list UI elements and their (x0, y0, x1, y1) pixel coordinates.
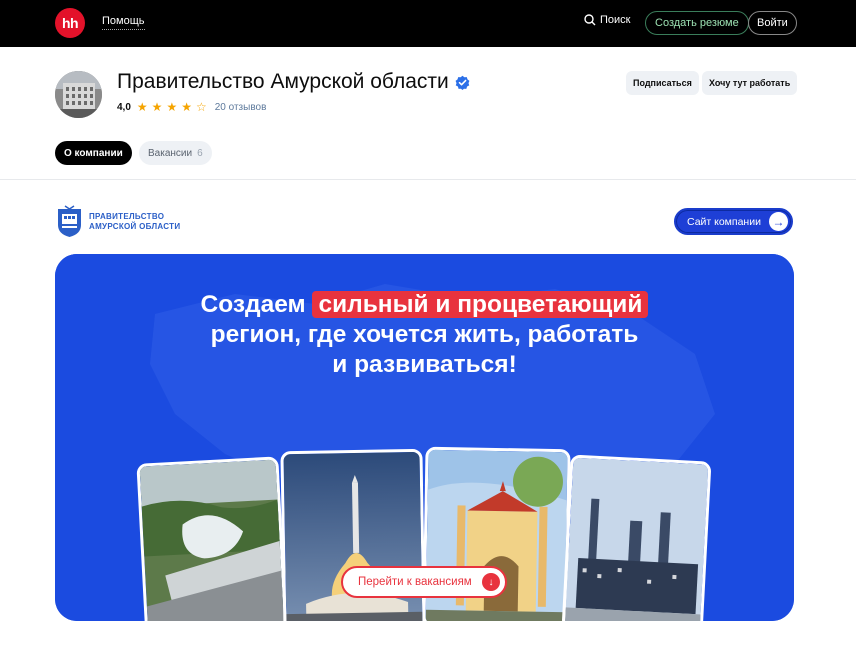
create-resume-button[interactable]: Создать резюме (645, 11, 749, 35)
star-filled-icon: ★ (181, 100, 192, 114)
want-work-here-button[interactable]: Хочу тут работать (702, 71, 798, 95)
search-icon (584, 14, 596, 26)
top-navigation-bar: hh Помощь Поиск Создать резюме Войти (0, 0, 856, 47)
company-name: Правительство Амурской области (117, 70, 449, 93)
vacancies-count: 6 (197, 147, 203, 159)
company-branding-logo: ПРАВИТЕЛЬСТВО АМУРСКОЙ ОБЛАСТИ (56, 205, 180, 238)
rating-row: 4,0 ★ ★ ★ ★ ☆ 20 отзывов (117, 101, 266, 113)
verified-badge-icon (455, 75, 470, 90)
company-title: Правительство Амурской области (117, 70, 470, 94)
arrow-right-icon: → (769, 212, 788, 231)
star-filled-icon: ★ (166, 100, 178, 114)
help-link[interactable]: Помощь (102, 15, 145, 30)
tab-vacancies[interactable]: Вакансии 6 (139, 141, 212, 165)
arrow-down-icon: ↓ (482, 573, 500, 591)
company-site-button[interactable]: Сайт компании → (674, 208, 793, 235)
star-empty-icon: ☆ (195, 100, 207, 114)
subscribe-button[interactable]: Подписаться (626, 71, 699, 95)
reviews-link[interactable]: 20 отзывов (215, 102, 267, 113)
tab-vacancies-label: Вакансии (148, 147, 193, 159)
go-to-vacancies-label: Перейти к вакансиям (358, 576, 472, 588)
coat-of-arms-icon (58, 205, 81, 237)
headline-line-3: и развиваться! (332, 351, 517, 378)
branding-text: ПРАВИТЕЛЬСТВО АМУРСКОЙ ОБЛАСТИ (89, 212, 180, 232)
branding-line-2: АМУРСКОЙ ОБЛАСТИ (89, 221, 181, 231)
go-to-vacancies-button[interactable]: Перейти к вакансиям ↓ (341, 566, 507, 598)
photo-hydro-dam (136, 456, 288, 621)
search-label: Поиск (600, 14, 631, 26)
tab-about-company[interactable]: О компании (55, 141, 132, 165)
company-site-label: Сайт компании (687, 215, 761, 228)
company-banner: Создаем сильный и процветающий регион, г… (55, 254, 794, 621)
star-filled-icon: ★ (136, 100, 148, 114)
banner-headline: Создаем сильный и процветающий регион, г… (55, 290, 794, 380)
photo-industrial-plant (561, 454, 712, 621)
star-filled-icon: ★ (151, 100, 163, 114)
headline-highlight: сильный и процветающий (312, 291, 649, 318)
header-divider (0, 179, 856, 180)
search-button[interactable]: Поиск (584, 14, 630, 26)
rating-value: 4,0 (117, 101, 131, 113)
headline-pre: Создаем (200, 291, 306, 318)
headline-line-2: регион, где хочется жить, работать (210, 321, 639, 348)
branding-line-1: ПРАВИТЕЛЬСТВО (89, 211, 165, 221)
company-avatar (55, 71, 102, 118)
login-button[interactable]: Войти (748, 11, 797, 35)
hh-logo[interactable]: hh (55, 8, 85, 38)
